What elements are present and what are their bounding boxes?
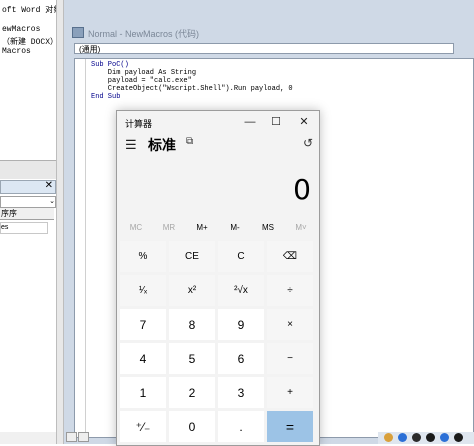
memory-list-button[interactable]: M˅ xyxy=(284,223,318,232)
clear-button[interactable]: C xyxy=(218,241,264,272)
memory-subtract-button[interactable]: M- xyxy=(218,223,252,232)
negate-button[interactable]: ⁺⁄₋ xyxy=(120,411,166,442)
full-module-view-button[interactable] xyxy=(78,432,89,442)
code-window-title: Normal - NewMacros (代码) xyxy=(88,29,200,39)
memory-add-button[interactable]: M+ xyxy=(185,223,219,232)
menu-icon[interactable]: ☰ xyxy=(125,137,137,153)
digit-2-button[interactable]: 2 xyxy=(169,377,215,408)
properties-header xyxy=(0,160,56,179)
digit-6-button[interactable]: 6 xyxy=(218,343,264,374)
code-window-icon xyxy=(72,27,84,38)
properties-tabs[interactable]: 序序 xyxy=(0,208,54,220)
tree-item-new-docx[interactable]: （新建 DOCX） xyxy=(2,36,56,47)
code-window-title-bar: Normal - NewMacros (代码) xyxy=(66,26,474,42)
properties-grid: es xyxy=(0,222,54,422)
procedure-view-button[interactable] xyxy=(66,432,77,442)
digit-3-button[interactable]: 3 xyxy=(218,377,264,408)
tray-app-icon[interactable] xyxy=(440,433,449,442)
tree-item-macros[interactable]: Macros xyxy=(2,47,31,56)
equals-button[interactable]: = xyxy=(267,411,313,442)
object-dropdown[interactable]: (通用) xyxy=(74,43,454,54)
result-display: 0 xyxy=(293,173,311,206)
backspace-button[interactable]: ⌫ xyxy=(267,241,313,272)
chevron-down-icon: ⌄ xyxy=(49,198,55,205)
memory-store-button[interactable]: MS xyxy=(251,223,285,232)
tray-qq-icon[interactable] xyxy=(426,433,435,442)
digit-8-button[interactable]: 8 xyxy=(169,309,215,340)
tray-qq-icon[interactable] xyxy=(412,433,421,442)
memory-recall-button[interactable]: MR xyxy=(152,223,186,232)
tray-qq-icon[interactable] xyxy=(454,433,463,442)
square-button[interactable]: x² xyxy=(169,275,215,306)
minimize-button[interactable]: — xyxy=(237,113,263,131)
multiply-button[interactable]: × xyxy=(267,309,313,340)
digit-4-button[interactable]: 4 xyxy=(120,343,166,374)
calculator-title: 计算器 xyxy=(125,119,153,129)
tree-item-newmacros[interactable]: ewMacros xyxy=(2,25,40,34)
mode-title: 标准 xyxy=(148,137,176,153)
code-line[interactable]: Dim payload As String xyxy=(91,69,196,77)
code-line[interactable]: End Sub xyxy=(91,93,120,101)
taskbar-tray xyxy=(378,432,474,444)
digit-0-button[interactable]: 0 xyxy=(169,411,215,442)
digit-7-button[interactable]: 7 xyxy=(120,309,166,340)
add-button[interactable]: + xyxy=(267,377,313,408)
percent-button[interactable]: % xyxy=(120,241,166,272)
close-icon[interactable]: ✕ xyxy=(45,180,53,191)
close-button[interactable]: ✕ xyxy=(291,113,317,131)
code-line[interactable]: payload = "calc.exe" xyxy=(91,77,192,85)
square-root-button[interactable]: ²√x xyxy=(218,275,264,306)
memory-clear-button[interactable]: MC xyxy=(119,223,153,232)
view-toggle-buttons xyxy=(66,432,100,442)
tray-app-icon[interactable] xyxy=(384,433,393,442)
clear-entry-button[interactable]: CE xyxy=(169,241,215,272)
digit-1-button[interactable]: 1 xyxy=(120,377,166,408)
digit-9-button[interactable]: 9 xyxy=(218,309,264,340)
digit-5-button[interactable]: 5 xyxy=(169,343,215,374)
maximize-button[interactable]: ☐ xyxy=(263,113,289,131)
properties-object-select[interactable]: ⌄ xyxy=(0,196,56,208)
code-line[interactable]: Sub PoC() xyxy=(91,61,129,69)
subtract-button[interactable]: − xyxy=(267,343,313,374)
code-line[interactable]: CreateObject("Wscript.Shell").Run payloa… xyxy=(91,85,293,93)
keep-on-top-icon[interactable]: ⧉ xyxy=(186,136,193,147)
memory-row: MC MR M+ M- MS M˅ xyxy=(117,223,319,237)
property-cell[interactable]: es xyxy=(0,222,48,234)
code-gutter xyxy=(75,59,86,437)
properties-title-bar: ✕ xyxy=(0,180,56,194)
reciprocal-button[interactable]: ¹⁄ₓ xyxy=(120,275,166,306)
divide-button[interactable]: ÷ xyxy=(267,275,313,306)
calculator-window: 计算器 — ☐ ✕ ☰ 标准 ⧉ ↺ 0 MC MR M+ M- MS M˅ %… xyxy=(116,110,320,446)
tray-app-icon[interactable] xyxy=(398,433,407,442)
tab-categorized[interactable]: 序序 xyxy=(1,209,17,218)
history-icon[interactable]: ↺ xyxy=(303,136,313,150)
tree-item-word-objects[interactable]: oft Word 对象 xyxy=(2,4,56,15)
decimal-button[interactable]: . xyxy=(218,411,264,442)
project-explorer-pane: oft Word 对象 ewMacros （新建 DOCX） Macros ✕ … xyxy=(0,0,56,444)
pane-splitter[interactable] xyxy=(56,0,64,444)
left-pane-footer xyxy=(0,432,56,444)
